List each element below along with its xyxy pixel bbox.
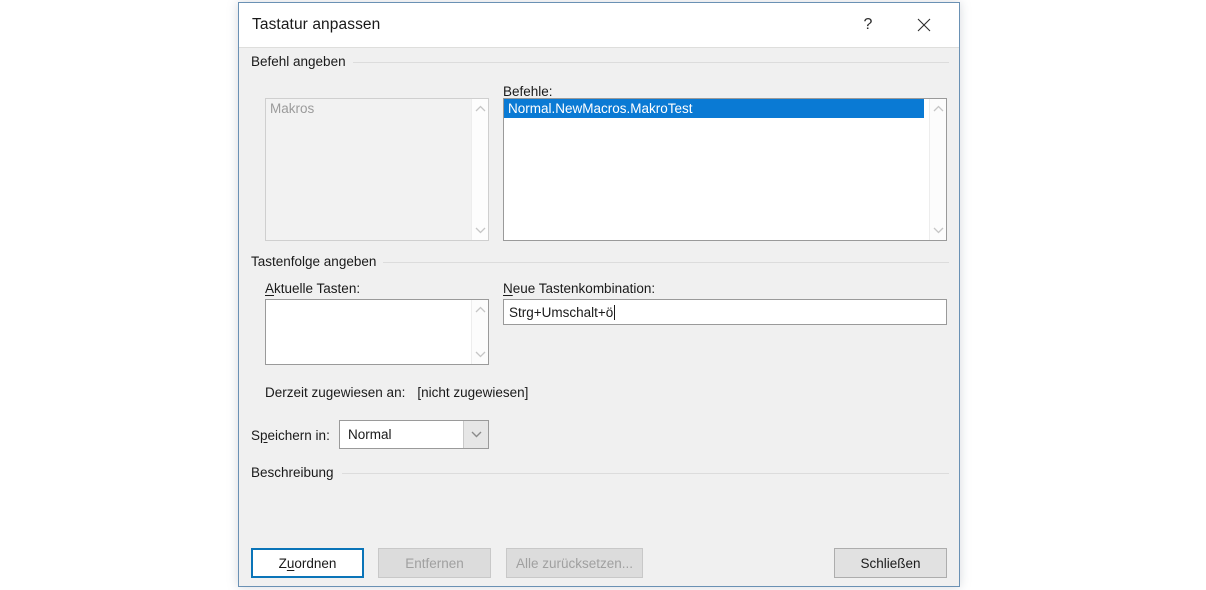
scroll-down-icon[interactable]: [472, 222, 488, 239]
text-caret: [614, 304, 616, 320]
close-x-icon: [917, 18, 931, 32]
list-item[interactable]: Makros: [266, 99, 488, 118]
help-button[interactable]: ?: [845, 3, 891, 47]
assigned-to-label: Derzeit zugewiesen an:: [265, 385, 406, 400]
new-shortcut-value: Strg+Umschalt+ö: [509, 304, 614, 320]
commands-label: Befehle:: [503, 84, 553, 99]
current-keys-label: Aktuelle Tasten:: [265, 281, 361, 296]
categories-listbox[interactable]: Makros: [265, 98, 489, 241]
close-dialog-button[interactable]: Schließen: [834, 548, 947, 578]
commands-scrollbar[interactable]: [929, 99, 946, 240]
page-root: Tastatur anpassen ? Befehl angeben Kateg…: [0, 0, 1206, 590]
dialog-titlebar: Tastatur anpassen ?: [239, 3, 959, 48]
current-keys-listbox[interactable]: [265, 299, 489, 365]
current-keys-scrollbar[interactable]: [471, 300, 488, 364]
chevron-down-icon[interactable]: [463, 421, 488, 448]
group-label-keystroke: Tastenfolge angeben: [251, 254, 384, 269]
scroll-down-icon[interactable]: [930, 222, 946, 239]
save-in-value: Normal: [348, 427, 392, 442]
close-button[interactable]: [901, 3, 947, 47]
list-item[interactable]: Normal.NewMacros.MakroTest: [504, 99, 924, 118]
remove-button[interactable]: Entfernen: [378, 548, 491, 578]
scroll-down-icon[interactable]: [472, 346, 488, 363]
dialog-title: Tastatur anpassen: [252, 16, 381, 33]
assigned-to-row: Derzeit zugewiesen an: [nicht zugewiesen]: [265, 385, 528, 400]
new-shortcut-label: Neue Tastenkombination:: [503, 281, 656, 296]
reset-all-button[interactable]: Alle zurücksetzen...: [506, 548, 643, 578]
group-rule-description: [342, 473, 949, 474]
categories-scrollbar[interactable]: [471, 99, 488, 240]
assigned-to-value: [nicht zugewiesen]: [417, 385, 529, 400]
save-in-combobox[interactable]: Normal: [339, 420, 489, 449]
group-rule-keystroke: [370, 262, 949, 263]
commands-listbox[interactable]: Normal.NewMacros.MakroTest: [503, 98, 947, 241]
scroll-up-icon[interactable]: [472, 100, 488, 117]
save-in-label: Speichern in:: [251, 428, 330, 443]
group-rule-command: [339, 62, 949, 63]
scroll-up-icon[interactable]: [472, 301, 488, 318]
question-mark-icon: ?: [863, 16, 873, 33]
group-label-command: Befehl angeben: [251, 54, 353, 69]
customize-keyboard-dialog: Tastatur anpassen ? Befehl angeben Kateg…: [238, 2, 960, 587]
group-label-description: Beschreibung: [251, 465, 341, 480]
new-shortcut-input[interactable]: Strg+Umschalt+ö: [503, 299, 947, 325]
assign-button[interactable]: Zu ordnen: [251, 548, 364, 578]
scroll-up-icon[interactable]: [930, 100, 946, 117]
description-text: [265, 489, 925, 529]
